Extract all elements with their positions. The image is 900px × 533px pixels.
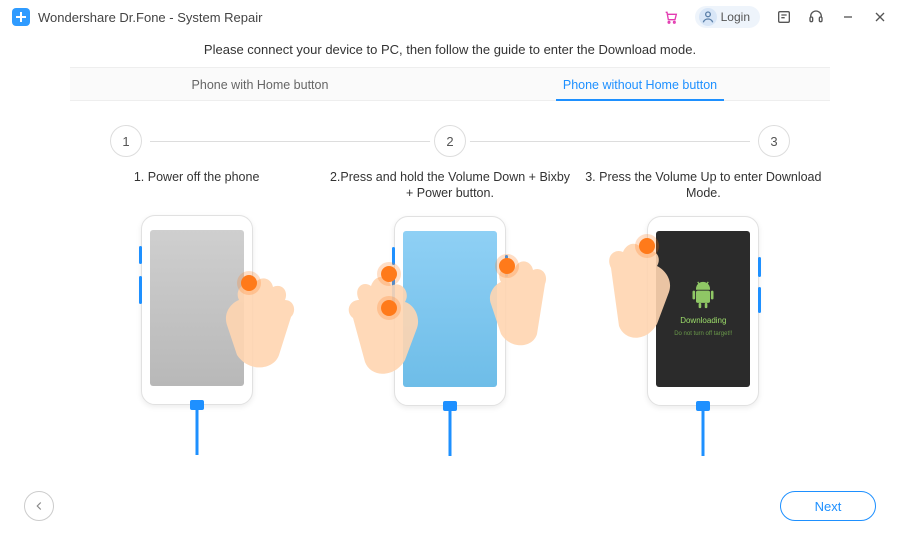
tab-without-home-label: Phone without Home button — [563, 78, 717, 92]
steps-row: 1. Power off the phone 2.Press and hold … — [70, 169, 830, 456]
tab-with-home-label: Phone with Home button — [192, 78, 329, 92]
close-button[interactable] — [872, 9, 888, 25]
login-label: Login — [721, 10, 750, 24]
step-3-label: 3. Press the Volume Up to enter Download… — [583, 169, 824, 202]
tab-with-home[interactable]: Phone with Home button — [70, 68, 450, 100]
feedback-icon[interactable] — [776, 9, 792, 25]
minimize-button[interactable] — [840, 9, 856, 25]
step-3: 3. Press the Volume Up to enter Download… — [577, 169, 830, 456]
step-3-illustration: Downloading Do not turn off target!! — [583, 216, 824, 456]
next-button-label: Next — [815, 499, 842, 514]
android-icon — [689, 280, 717, 310]
app-logo-icon — [12, 8, 30, 26]
step-track: 1 2 3 — [110, 125, 790, 157]
step-2-illustration — [329, 216, 570, 456]
back-button[interactable] — [24, 491, 54, 521]
step-1: 1. Power off the phone — [70, 169, 323, 456]
download-subtitle: Do not turn off target!! — [674, 331, 732, 337]
titlebar: Wondershare Dr.Fone - System Repair Logi… — [0, 0, 900, 34]
footer: Next — [0, 491, 900, 521]
mode-tabs: Phone with Home button Phone without Hom… — [70, 67, 830, 101]
step-2-label: 2.Press and hold the Volume Down + Bixby… — [329, 169, 570, 202]
arrow-left-icon — [32, 499, 46, 513]
instruction-text: Please connect your device to PC, then f… — [70, 42, 830, 57]
step-circle-3: 3 — [758, 125, 790, 157]
download-title: Downloading — [680, 316, 726, 325]
next-button[interactable]: Next — [780, 491, 876, 521]
step-circle-2: 2 — [434, 125, 466, 157]
step-1-label: 1. Power off the phone — [76, 169, 317, 201]
user-icon — [699, 8, 717, 26]
step-1-illustration — [76, 215, 317, 455]
app-title: Wondershare Dr.Fone - System Repair — [38, 10, 262, 25]
tab-without-home[interactable]: Phone without Home button — [450, 68, 830, 100]
main-content: Please connect your device to PC, then f… — [0, 34, 900, 456]
login-button[interactable]: Login — [695, 6, 760, 28]
step-2: 2.Press and hold the Volume Down + Bixby… — [323, 169, 576, 456]
step-circle-1: 1 — [110, 125, 142, 157]
support-icon[interactable] — [808, 9, 824, 25]
cart-icon[interactable] — [663, 9, 679, 25]
